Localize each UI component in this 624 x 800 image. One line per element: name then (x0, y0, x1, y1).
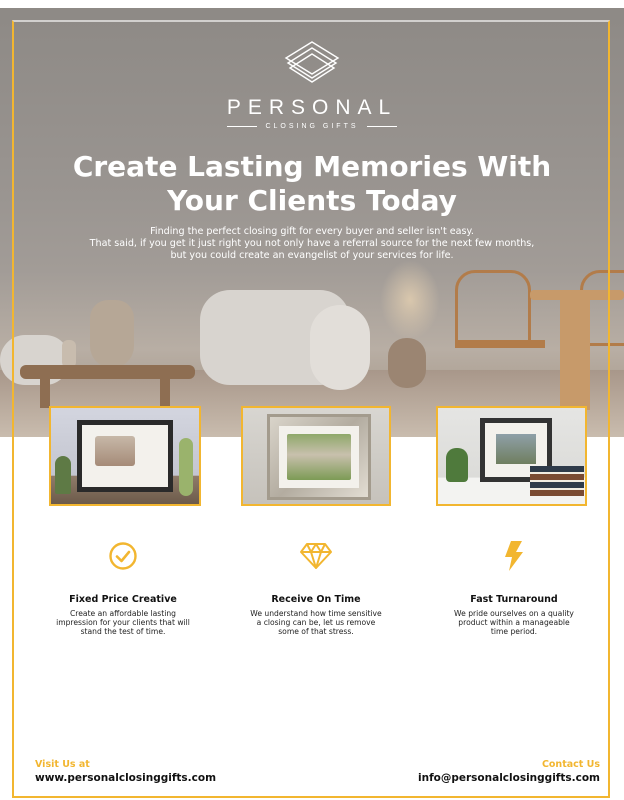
headline-line: Your Clients Today (167, 184, 457, 217)
lightning-bolt-icon (505, 541, 523, 571)
intro-text: Finding the perfect closing gift for eve… (40, 226, 584, 262)
feature-title: Fast Turnaround (470, 594, 558, 605)
plant (55, 456, 71, 494)
tagline-rule-right (366, 126, 397, 127)
contact-label: Contact Us (541, 759, 600, 770)
headline: Create Lasting Memories With Your Client… (0, 150, 624, 218)
coffee-table (20, 365, 195, 379)
footer-visit: Visit Us at www.personalclosinggifts.com (35, 759, 216, 784)
coffee-table-leg (40, 378, 50, 408)
house-painting (95, 436, 135, 466)
book-stack (530, 466, 584, 496)
feature-title: Receive On Time (271, 594, 361, 605)
feature-desc-line: Create an affordable lasting (70, 609, 176, 618)
feature-desc-line: product within a manageable (458, 618, 570, 627)
chair (455, 270, 531, 346)
house-painting (287, 434, 351, 480)
round-table-top (530, 290, 624, 300)
diamond-icon (300, 543, 332, 569)
brand-tagline: CLOSING GIFTS (265, 123, 359, 130)
sofa-cushion (310, 305, 370, 390)
feature-desc-line: a closing can be, let us remove (256, 618, 376, 627)
product-photo-silver (241, 406, 391, 506)
feature-desc-line: We understand how time sensitive (250, 609, 382, 618)
feature-desc-line: We pride ourselves on a quality (454, 609, 574, 618)
feature-receive-on-time: Receive On Time We understand how time s… (231, 538, 401, 636)
footer-contact: Contact Us info@personalclosinggifts.com (418, 759, 600, 784)
tagline-rule-left (227, 126, 258, 127)
vase (90, 300, 134, 368)
round-table-base (560, 300, 590, 410)
feature-desc-line: stand the test of time. (80, 627, 166, 636)
headline-line: Create Lasting Memories With (72, 150, 552, 183)
floor-vase (388, 338, 426, 388)
chair-seat (455, 340, 545, 348)
check-circle-icon (109, 542, 137, 570)
vase-glass (179, 438, 193, 496)
feature-description: Create an affordable lasting impression … (38, 609, 208, 636)
product-photo-books (436, 406, 587, 506)
coffee-table-leg (160, 378, 170, 408)
intro-line: but you could create an evangelist of yo… (170, 250, 454, 261)
feature-desc-line: some of that stress. (278, 627, 354, 636)
feature-fixed-price: Fixed Price Creative Create an affordabl… (38, 538, 208, 636)
brand-tagline-row: CLOSING GIFTS (0, 123, 624, 130)
feature-description: We pride ourselves on a quality product … (429, 609, 599, 636)
feature-desc-line: time period. (490, 627, 538, 636)
layered-diamond-logo-icon (284, 41, 340, 83)
intro-line: That said, if you get it just right you … (89, 238, 535, 249)
feature-description: We understand how time sensitive a closi… (231, 609, 401, 636)
brand-name: PERSONAL (226, 96, 398, 119)
house-painting (496, 434, 536, 464)
feature-desc-line: impression for your clients that will (56, 618, 190, 627)
brand-logo: PERSONAL CLOSING GIFTS (0, 40, 624, 130)
vase-small (62, 340, 76, 368)
email-link[interactable]: info@personalclosinggifts.com (418, 772, 600, 784)
product-photo-mantel (49, 406, 201, 506)
feature-title: Fixed Price Creative (69, 594, 177, 605)
visit-label: Visit Us at (35, 759, 90, 770)
plant (446, 448, 468, 482)
intro-line: Finding the perfect closing gift for eve… (150, 226, 474, 237)
feature-fast-turnaround: Fast Turnaround We pride ourselves on a … (429, 538, 599, 636)
page-top-strip (0, 0, 624, 8)
website-link[interactable]: www.personalclosinggifts.com (35, 772, 216, 784)
hero-section: PERSONAL CLOSING GIFTS Create Lasting Me… (0, 0, 624, 437)
pampas-grass (380, 260, 440, 340)
